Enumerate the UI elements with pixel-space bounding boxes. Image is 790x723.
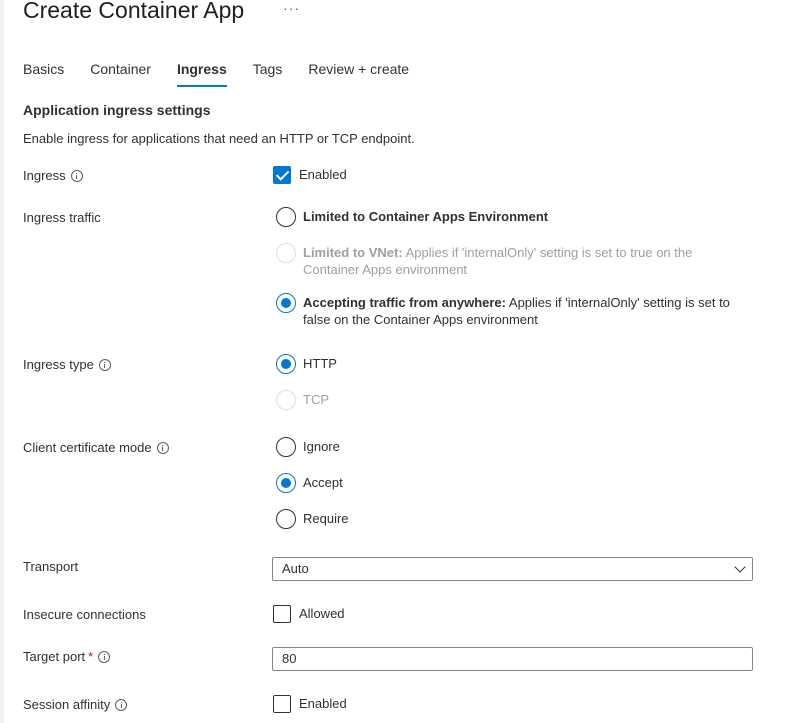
radio-accept[interactable]: Accept <box>276 473 343 493</box>
radio-accept-anywhere[interactable]: Accepting traffic from anywhere: Applies… <box>276 293 746 328</box>
radio-ignore[interactable]: Ignore <box>276 437 340 457</box>
radio-limited-environment-label: Limited to Container Apps Environment <box>303 209 549 224</box>
client-cert-label-row: Client certificate mode <box>23 440 169 455</box>
transport-label-row: Transport <box>23 559 78 574</box>
session-affinity-checkbox[interactable]: Enabled <box>273 695 347 713</box>
radio-disabled-icon <box>276 390 296 410</box>
info-icon[interactable] <box>115 698 128 711</box>
radio-ignore-label: Ignore <box>303 439 340 454</box>
ingress-type-label-row: Ingress type <box>23 357 111 372</box>
radio-limited-vnet-label: Limited to VNet: Applies if 'internalOnl… <box>303 245 693 277</box>
tab-basics[interactable]: Basics <box>23 60 64 88</box>
radio-disabled-icon <box>276 243 296 263</box>
checkbox-unchecked-icon[interactable] <box>273 695 291 713</box>
ingress-traffic-label: Ingress traffic <box>23 210 101 225</box>
section-description: Enable ingress for applications that nee… <box>23 131 415 146</box>
info-icon[interactable] <box>70 169 83 182</box>
info-icon[interactable] <box>98 358 111 371</box>
radio-require[interactable]: Require <box>276 509 349 529</box>
radio-selected-icon[interactable] <box>276 293 296 313</box>
transport-label: Transport <box>23 559 79 574</box>
radio-selected-icon[interactable] <box>276 473 296 493</box>
session-affinity-label: Session affinity <box>23 697 111 712</box>
tab-ingress[interactable]: Ingress <box>176 60 227 88</box>
ingress-traffic-label-row: Ingress traffic <box>23 210 101 225</box>
chevron-down-icon <box>734 561 746 573</box>
tab-review-create[interactable]: Review + create <box>308 60 409 88</box>
required-marker: * <box>88 649 94 664</box>
insecure-label-row: Insecure connections <box>23 607 146 622</box>
target-port-label-row: Target port * <box>23 649 111 664</box>
tab-container[interactable]: Container <box>90 60 151 88</box>
info-icon[interactable] <box>156 441 169 454</box>
session-affinity-label-row: Session affinity <box>23 697 128 712</box>
insecure-label: Insecure connections <box>23 607 146 622</box>
ingress-label: Ingress <box>23 168 66 183</box>
checkbox-unchecked-icon[interactable] <box>273 605 291 623</box>
insecure-allowed-label: Allowed <box>299 606 345 621</box>
ingress-enabled-label: Enabled <box>299 167 347 182</box>
radio-tcp: TCP <box>276 390 329 410</box>
ingress-label-row: Ingress <box>23 168 83 183</box>
tab-bar: Basics Container Ingress Tags Review + c… <box>23 60 435 88</box>
radio-unselected-icon[interactable] <box>276 509 296 529</box>
radio-selected-icon[interactable] <box>276 354 296 374</box>
ingress-type-label: Ingress type <box>23 357 94 372</box>
radio-tcp-label: TCP <box>303 392 329 407</box>
radio-http-label: HTTP <box>303 356 337 371</box>
tab-tags[interactable]: Tags <box>253 60 283 88</box>
left-pane-edge <box>0 0 4 723</box>
session-affinity-enabled-label: Enabled <box>299 696 347 711</box>
client-cert-label: Client certificate mode <box>23 440 152 455</box>
radio-require-label: Require <box>303 511 349 526</box>
ingress-enabled-checkbox[interactable]: Enabled <box>273 166 347 184</box>
transport-dropdown[interactable]: Auto <box>272 557 753 581</box>
radio-unselected-icon[interactable] <box>276 437 296 457</box>
insecure-allowed-checkbox[interactable]: Allowed <box>273 605 345 623</box>
radio-limited-environment[interactable]: Limited to Container Apps Environment <box>276 207 548 227</box>
target-port-value: 80 <box>282 651 297 666</box>
transport-value: Auto <box>282 561 309 576</box>
radio-unselected-icon[interactable] <box>276 207 296 227</box>
radio-accept-label: Accept <box>303 475 343 490</box>
radio-accept-anywhere-label: Accepting traffic from anywhere: Applies… <box>303 295 730 327</box>
info-icon[interactable] <box>98 650 111 663</box>
radio-limited-vnet: Limited to VNet: Applies if 'internalOnl… <box>276 243 746 278</box>
target-port-input[interactable]: 80 <box>272 647 753 671</box>
radio-http[interactable]: HTTP <box>276 354 337 374</box>
section-title: Application ingress settings <box>23 102 211 118</box>
ellipsis-icon[interactable]: ··· <box>283 0 300 16</box>
target-port-label: Target port <box>23 649 86 664</box>
checkbox-checked-icon[interactable] <box>273 166 291 184</box>
page-title: Create Container App <box>23 0 245 23</box>
